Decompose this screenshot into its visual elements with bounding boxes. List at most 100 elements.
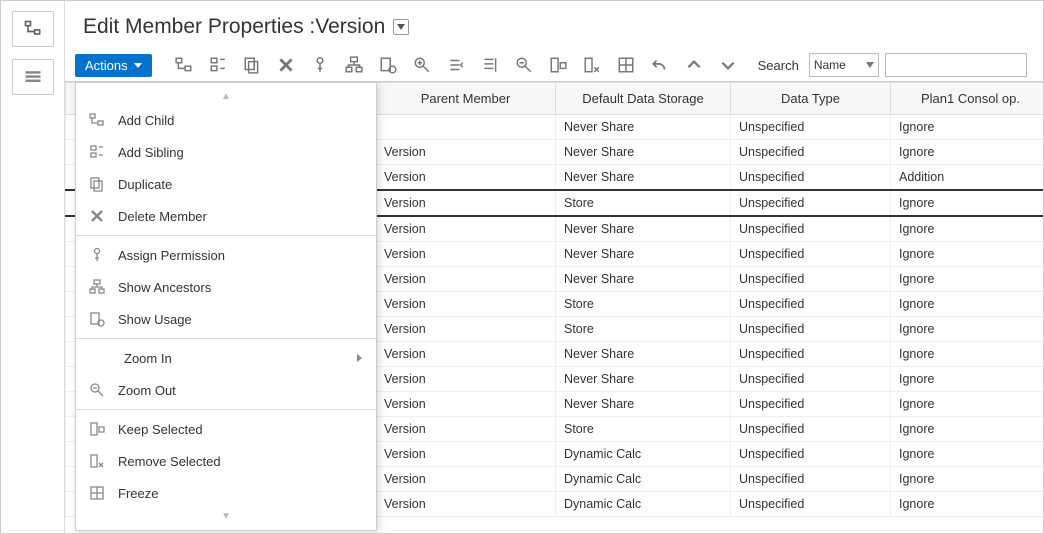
keep-selected-icon xyxy=(88,420,106,438)
remove-selected-icon[interactable] xyxy=(581,54,603,76)
datatype-cell: Unspecified xyxy=(731,165,891,191)
menu-scroll-up-icon[interactable]: ▲ xyxy=(76,89,376,104)
search-input[interactable] xyxy=(885,53,1027,77)
zoom-in-next-icon[interactable] xyxy=(445,54,467,76)
zoom-all-icon[interactable] xyxy=(479,54,501,76)
storage-cell: Never Share xyxy=(556,267,731,292)
consol-cell: Addition xyxy=(891,165,1044,191)
datatype-cell: Unspecified xyxy=(731,267,891,292)
chevron-up-icon[interactable] xyxy=(683,54,705,76)
storage-cell: Dynamic Calc xyxy=(556,442,731,467)
menu-item-delete-member[interactable]: Delete Member xyxy=(76,200,376,232)
col-default-storage[interactable]: Default Data Storage xyxy=(556,83,731,115)
col-data-type[interactable]: Data Type xyxy=(731,83,891,115)
add-sibling-icon[interactable] xyxy=(207,54,229,76)
zoom-in-icon xyxy=(88,349,112,367)
consol-cell: Ignore xyxy=(891,367,1044,392)
rail-list-icon[interactable] xyxy=(12,59,54,95)
consol-cell: Ignore xyxy=(891,190,1044,216)
menu-item-show-ancestors[interactable]: Show Ancestors xyxy=(76,271,376,303)
consol-cell: Ignore xyxy=(891,267,1044,292)
consol-cell: Ignore xyxy=(891,242,1044,267)
storage-cell: Never Share xyxy=(556,367,731,392)
datatype-cell: Unspecified xyxy=(731,190,891,216)
menu-item-label: Zoom In xyxy=(124,351,345,366)
datatype-cell: Unspecified xyxy=(731,317,891,342)
search-field-select[interactable]: Name xyxy=(809,53,879,77)
consol-cell: Ignore xyxy=(891,392,1044,417)
chevron-down-icon xyxy=(134,63,142,68)
consol-cell: Ignore xyxy=(891,492,1044,517)
freeze-icon xyxy=(88,484,106,502)
col-consol-op[interactable]: Plan1 Consol op. xyxy=(891,83,1044,115)
storage-cell: Never Share xyxy=(556,140,731,165)
storage-cell: Never Share xyxy=(556,342,731,367)
parent-member-cell: Version xyxy=(376,242,556,267)
parent-member-cell: Version xyxy=(376,417,556,442)
datatype-cell: Unspecified xyxy=(731,242,891,267)
keep-selected-icon[interactable] xyxy=(547,54,569,76)
actions-button[interactable]: Actions xyxy=(75,54,152,77)
consol-cell: Ignore xyxy=(891,115,1044,140)
menu-item-freeze[interactable]: Freeze xyxy=(76,477,376,509)
menu-item-zoom-out[interactable]: Zoom Out xyxy=(76,374,376,406)
freeze-icon[interactable] xyxy=(615,54,637,76)
menu-item-keep-selected[interactable]: Keep Selected xyxy=(76,413,376,445)
zoom-out-icon[interactable] xyxy=(513,54,535,76)
parent-member-cell: Version xyxy=(376,392,556,417)
usage-icon[interactable] xyxy=(377,54,399,76)
menu-item-label: Assign Permission xyxy=(118,248,362,263)
assign-perm-icon[interactable] xyxy=(309,54,331,76)
storage-cell: Never Share xyxy=(556,115,731,140)
menu-item-remove-selected[interactable]: Remove Selected xyxy=(76,445,376,477)
delete-icon[interactable] xyxy=(275,54,297,76)
consol-cell: Ignore xyxy=(891,342,1044,367)
assign-perm-icon xyxy=(88,246,106,264)
menu-item-duplicate[interactable]: Duplicate xyxy=(76,168,376,200)
menu-item-show-usage[interactable]: Show Usage xyxy=(76,303,376,335)
title-dropdown-icon[interactable] xyxy=(393,19,409,35)
rail-tree-icon[interactable] xyxy=(12,11,54,47)
col-parent-member[interactable]: Parent Member xyxy=(376,83,556,115)
parent-member-cell: Version xyxy=(376,216,556,242)
datatype-cell: Unspecified xyxy=(731,115,891,140)
storage-cell: Dynamic Calc xyxy=(556,492,731,517)
menu-item-label: Show Ancestors xyxy=(118,280,362,295)
actions-label: Actions xyxy=(85,58,128,73)
parent-member-cell: Version xyxy=(376,367,556,392)
undo-icon[interactable] xyxy=(649,54,671,76)
datatype-cell: Unspecified xyxy=(731,442,891,467)
menu-scroll-down-icon[interactable]: ▼ xyxy=(76,509,376,524)
add-child-icon[interactable] xyxy=(173,54,195,76)
menu-item-add-sibling[interactable]: Add Sibling xyxy=(76,136,376,168)
remove-selected-icon xyxy=(88,452,106,470)
menu-separator xyxy=(76,235,376,236)
duplicate-icon[interactable] xyxy=(241,54,263,76)
consol-cell: Ignore xyxy=(891,292,1044,317)
menu-separator xyxy=(76,338,376,339)
ancestors-icon[interactable] xyxy=(343,54,365,76)
usage-icon xyxy=(88,310,106,328)
consol-cell: Ignore xyxy=(891,317,1044,342)
toolbar: Actions Search Name xyxy=(65,49,1043,82)
parent-member-cell: Version xyxy=(376,317,556,342)
submenu-arrow-icon xyxy=(357,354,362,362)
datatype-cell: Unspecified xyxy=(731,392,891,417)
datatype-cell: Unspecified xyxy=(731,292,891,317)
storage-cell: Dynamic Calc xyxy=(556,467,731,492)
storage-cell: Never Share xyxy=(556,242,731,267)
storage-cell: Store xyxy=(556,417,731,442)
parent-member-cell: Version xyxy=(376,467,556,492)
storage-cell: Never Share xyxy=(556,165,731,191)
zoom-out-icon xyxy=(88,381,106,399)
menu-item-zoom-in[interactable]: Zoom In xyxy=(76,342,376,374)
menu-item-label: Delete Member xyxy=(118,209,362,224)
menu-item-add-child[interactable]: Add Child xyxy=(76,104,376,136)
menu-item-assign-permission[interactable]: Assign Permission xyxy=(76,239,376,271)
zoom-in-icon[interactable] xyxy=(411,54,433,76)
left-rail xyxy=(1,1,65,533)
datatype-cell: Unspecified xyxy=(731,342,891,367)
parent-member-cell: Version xyxy=(376,442,556,467)
parent-member-cell: Version xyxy=(376,292,556,317)
chevron-down-nav-icon[interactable] xyxy=(717,54,739,76)
